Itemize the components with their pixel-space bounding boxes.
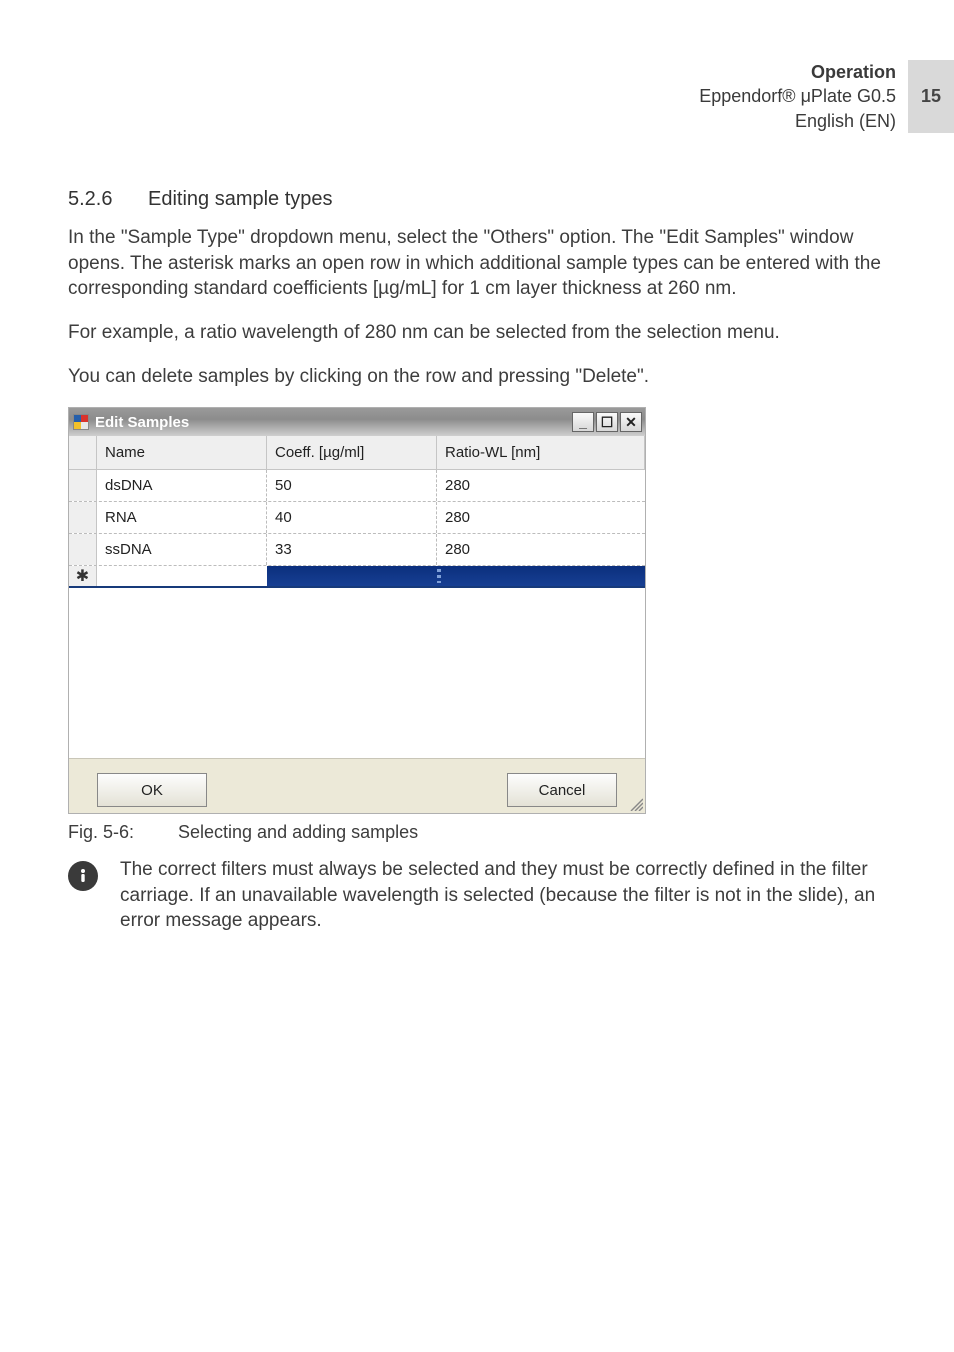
maximize-button[interactable]: ☐ <box>596 412 618 432</box>
cell-name-empty[interactable] <box>97 566 267 586</box>
info-note-text: The correct filters must always be selec… <box>120 857 886 934</box>
table-row[interactable]: RNA 40 280 <box>69 502 645 534</box>
page-number: 15 <box>908 60 954 133</box>
grid-body: dsDNA 50 280 RNA 40 280 ssDNA 33 280 <box>69 470 645 758</box>
table-row[interactable]: dsDNA 50 280 <box>69 470 645 502</box>
cancel-button[interactable]: Cancel <box>507 773 617 807</box>
minimize-button[interactable]: _ <box>572 412 594 432</box>
paragraph-3: You can delete samples by clicking on th… <box>68 364 886 390</box>
figure-caption-text: Selecting and adding samples <box>178 822 418 842</box>
ok-button[interactable]: OK <box>97 773 207 807</box>
section-heading: 5.2.6Editing sample types <box>68 188 886 211</box>
figure-caption: Fig. 5-6:Selecting and adding samples <box>68 822 886 843</box>
new-row[interactable]: ✱ <box>69 566 645 588</box>
table-row[interactable]: ssDNA 33 280 <box>69 534 645 566</box>
info-note: The correct filters must always be selec… <box>68 857 886 934</box>
cell-ratio[interactable]: 280 <box>437 502 645 533</box>
cell-name[interactable]: dsDNA <box>97 470 267 501</box>
asterisk-icon: ✱ <box>69 566 97 586</box>
col-header-ratio[interactable]: Ratio-WL [nm] <box>437 436 645 469</box>
cell-ratio-empty[interactable] <box>437 566 645 586</box>
paragraph-2: For example, a ratio wavelength of 280 n… <box>68 320 886 346</box>
cell-ratio[interactable]: 280 <box>437 534 645 565</box>
edit-samples-dialog: Edit Samples _ ☐ ✕ Name Coeff. [µg/ml] R… <box>68 407 646 814</box>
resize-grip-icon[interactable] <box>627 795 643 811</box>
info-icon <box>68 861 98 891</box>
figure-number: Fig. 5-6: <box>68 822 178 843</box>
section-number: 5.2.6 <box>68 188 148 211</box>
col-header-name[interactable]: Name <box>97 436 267 469</box>
section-title: Editing sample types <box>148 188 333 210</box>
cell-coeff[interactable]: 40 <box>267 502 437 533</box>
cell-coeff[interactable]: 50 <box>267 470 437 501</box>
titlebar[interactable]: Edit Samples _ ☐ ✕ <box>69 408 645 436</box>
cell-coeff[interactable]: 33 <box>267 534 437 565</box>
cell-name[interactable]: RNA <box>97 502 267 533</box>
app-icon <box>73 414 89 430</box>
grid-header: Name Coeff. [µg/ml] Ratio-WL [nm] <box>69 436 645 470</box>
close-button[interactable]: ✕ <box>620 412 642 432</box>
header-product: Eppendorf® μPlate G0.5 <box>699 84 896 108</box>
grid-blank-area <box>69 588 645 758</box>
cell-ratio[interactable]: 280 <box>437 470 645 501</box>
header-section: Operation <box>699 60 896 84</box>
dialog-footer: OK Cancel <box>69 758 645 813</box>
page-header: Operation Eppendorf® μPlate G0.5 English… <box>699 60 954 133</box>
cell-name[interactable]: ssDNA <box>97 534 267 565</box>
cell-coeff-empty[interactable] <box>267 566 437 586</box>
header-lang: English (EN) <box>699 109 896 133</box>
dialog-title: Edit Samples <box>95 414 189 431</box>
paragraph-1: In the "Sample Type" dropdown menu, sele… <box>68 225 886 302</box>
col-header-coeff[interactable]: Coeff. [µg/ml] <box>267 436 437 469</box>
